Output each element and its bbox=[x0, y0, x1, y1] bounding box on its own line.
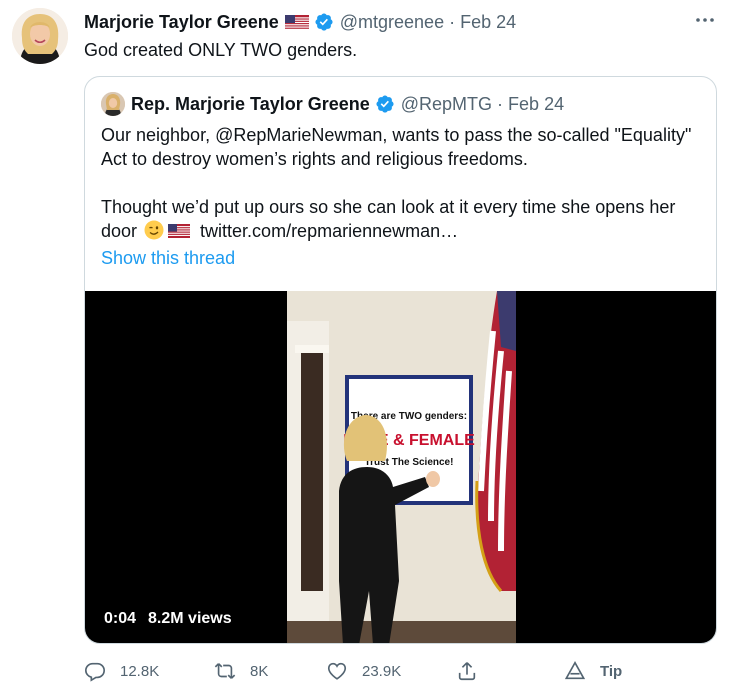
winking-face-emoji bbox=[144, 220, 164, 240]
like-button[interactable]: 23.9K bbox=[326, 656, 401, 686]
video-frame: There are TWO genders: MALE & FEMALE Tru… bbox=[287, 291, 516, 643]
more-options-icon[interactable] bbox=[690, 10, 720, 34]
author-name[interactable]: Marjorie Taylor Greene bbox=[84, 12, 279, 33]
reply-button[interactable]: 12.8K bbox=[84, 656, 159, 686]
quoted-tweet-date: Feb 24 bbox=[508, 93, 565, 114]
separator-dot: · bbox=[449, 11, 456, 32]
tip-icon bbox=[564, 661, 586, 680]
quoted-tweet-body: Our neighbor, @RepMarieNewman, wants to … bbox=[101, 123, 705, 243]
video-views: 8.2M views bbox=[148, 610, 232, 627]
tweet-date[interactable]: Feb 24 bbox=[460, 12, 516, 33]
video-meta: 0:04 8.2M views bbox=[104, 610, 232, 628]
quoted-paragraph-2: Thought we’d put up ours so she can look… bbox=[101, 195, 705, 243]
quoted-author-handle: @RepMTG bbox=[400, 93, 493, 114]
reply-icon bbox=[85, 662, 105, 682]
tip-label: Tip bbox=[600, 662, 623, 680]
heart-icon bbox=[327, 662, 347, 680]
quoted-tweet[interactable]: Rep. Marjorie Taylor Greene @RepMTG · Fe… bbox=[84, 76, 717, 644]
show-thread-link[interactable]: Show this thread bbox=[101, 248, 235, 269]
video-time: 0:04 bbox=[104, 610, 137, 627]
tweet-text: God created ONLY TWO genders. bbox=[84, 40, 358, 60]
quoted-paragraph-1: Our neighbor, @RepMarieNewman, wants to … bbox=[101, 125, 692, 169]
tip-button[interactable]: Tip bbox=[564, 656, 622, 686]
verified-badge-icon bbox=[315, 13, 333, 31]
video-player[interactable]: There are TWO genders: MALE & FEMALE Tru… bbox=[85, 291, 716, 643]
quoted-link[interactable]: twitter.com/repmariennewman… bbox=[200, 221, 458, 241]
separator-dot: · bbox=[497, 93, 504, 114]
retweet-count: 8K bbox=[250, 662, 269, 680]
retweet-button[interactable]: 8K bbox=[214, 656, 268, 686]
us-flag-emoji bbox=[168, 224, 191, 238]
quoted-tweet-header: Rep. Marjorie Taylor Greene @RepMTG · Fe… bbox=[101, 91, 564, 117]
tweet[interactable]: Marjorie Taylor Greene @mtgreenee · Feb … bbox=[0, 0, 738, 690]
verified-badge-icon bbox=[376, 95, 394, 113]
quoted-author-avatar bbox=[101, 92, 125, 116]
tweet-actions: 12.8K 8K 23.9K Tip bbox=[84, 656, 644, 686]
us-flag-icon bbox=[284, 14, 309, 30]
like-count: 23.9K bbox=[362, 662, 402, 680]
author-handle[interactable]: @mtgreenee bbox=[340, 12, 444, 33]
retweet-icon bbox=[214, 663, 236, 679]
reply-count: 12.8K bbox=[120, 662, 160, 680]
quoted-author-name: Rep. Marjorie Taylor Greene bbox=[131, 93, 370, 114]
author-avatar[interactable] bbox=[12, 8, 68, 64]
share-icon bbox=[458, 662, 476, 681]
share-button[interactable] bbox=[456, 656, 492, 686]
tweet-header: Marjorie Taylor Greene @mtgreenee · Feb … bbox=[84, 10, 516, 34]
